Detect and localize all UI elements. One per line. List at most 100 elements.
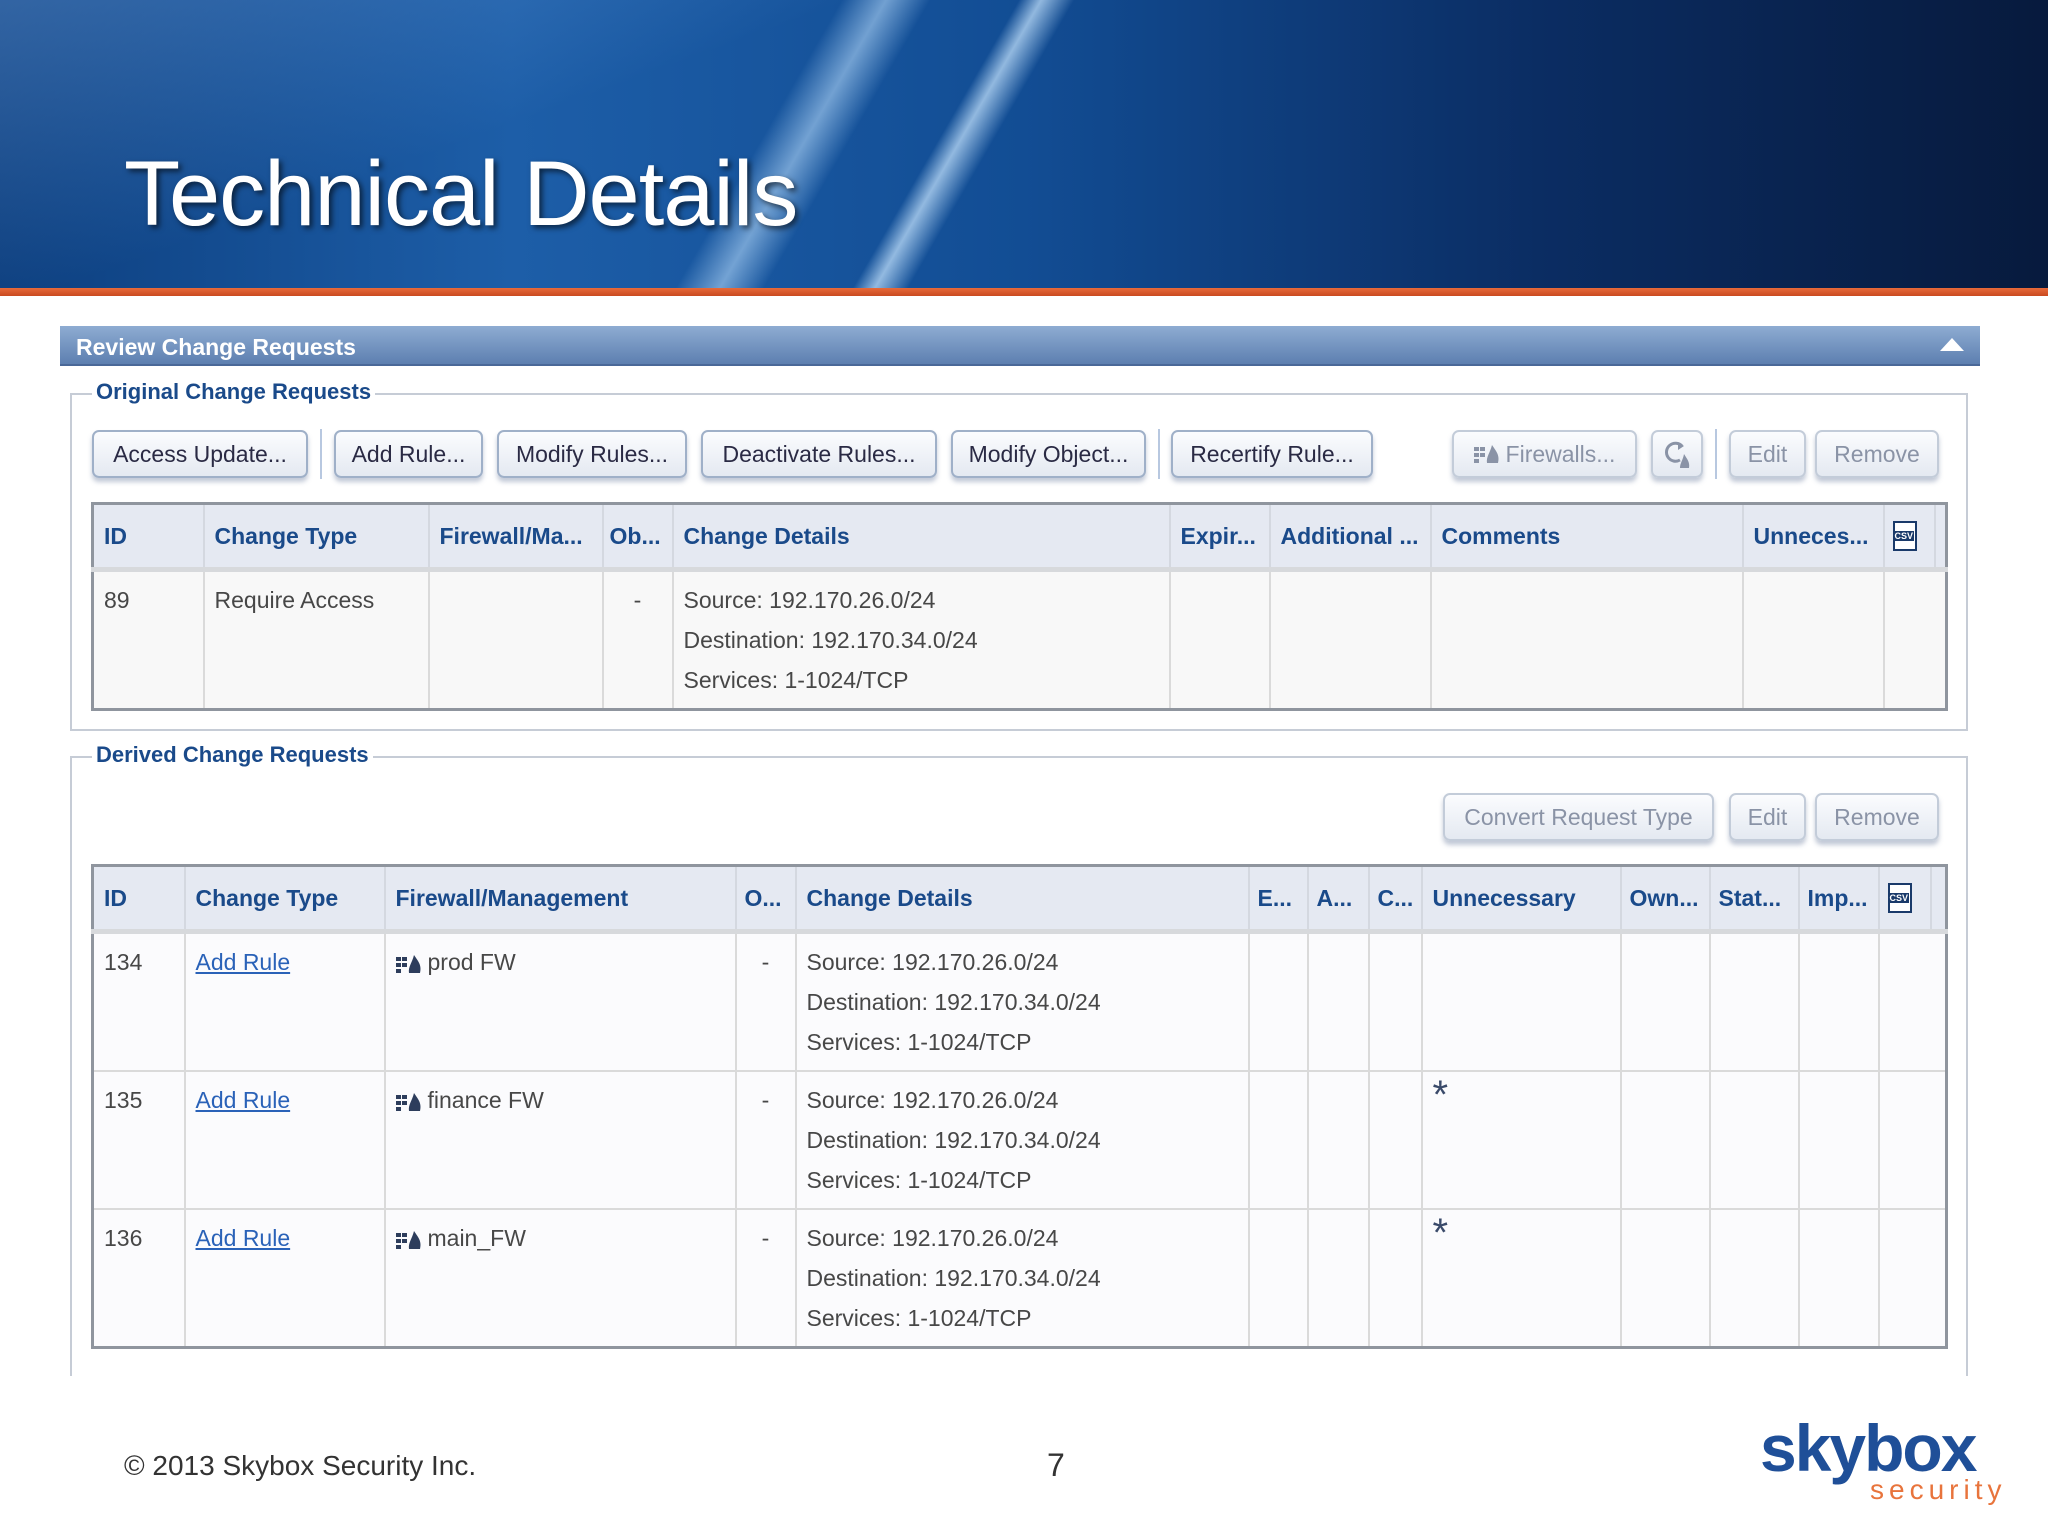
cell-change-type: Add Rule: [184, 1071, 386, 1210]
cell-id: 134: [92, 931, 186, 1072]
derived-remove-button[interactable]: Remove: [1815, 793, 1939, 841]
cell-change-details: Source: 192.170.26.0/24 Destination: 192…: [672, 569, 1171, 711]
cell-change-details: Source: 192.170.26.0/24 Destination: 192.…: [795, 1209, 1250, 1349]
column-header-additional[interactable]: Additional ...: [1269, 503, 1432, 572]
detail-services: Services: 1-1024/TCP: [683, 667, 909, 693]
cell-a: [1307, 931, 1370, 1072]
column-header-change-type[interactable]: Change Type: [184, 865, 386, 934]
cell-a: [1307, 1209, 1370, 1349]
column-header-a[interactable]: A...: [1307, 865, 1370, 934]
change-type-link[interactable]: Add Rule: [196, 1225, 291, 1251]
refresh-icon: [1664, 441, 1690, 468]
modify-rules-button[interactable]: Modify Rules...: [497, 430, 687, 478]
toolbar-separator: [320, 429, 322, 479]
export-csv-button[interactable]: [1883, 503, 1936, 572]
cell-firewall: [428, 569, 604, 711]
column-header-unnecessary[interactable]: Unneces...: [1742, 503, 1885, 572]
firewall-icon: [395, 1092, 421, 1111]
cell-object: -: [602, 569, 674, 711]
column-header-c[interactable]: C...: [1368, 865, 1423, 934]
cell-status: [1709, 1209, 1800, 1349]
firewall-icon: [1473, 445, 1499, 463]
cell-id: 89: [92, 569, 205, 711]
column-header-id[interactable]: ID: [92, 865, 186, 934]
cell-object: -: [735, 1209, 797, 1349]
column-header-owner[interactable]: Own...: [1620, 865, 1711, 934]
export-csv-button[interactable]: [1878, 865, 1932, 934]
column-header-expiration[interactable]: Expir...: [1169, 503, 1271, 572]
cell-e: [1248, 1209, 1309, 1349]
recertify-rule-button[interactable]: Recertify Rule...: [1171, 430, 1373, 478]
column-header-firewall[interactable]: Firewall/Management: [384, 865, 737, 934]
cell-impact: [1798, 1209, 1880, 1349]
cell-c: [1368, 1071, 1423, 1210]
skybox-logo: skybox security: [1760, 1410, 2001, 1510]
table-row[interactable]: 89 Require Access - Source: 192.170.26.0…: [92, 569, 1948, 711]
table-header-row: ID Change Type Firewall/Ma... Ob... Chan…: [92, 503, 1948, 572]
unnecessary-asterisk-icon: *: [1432, 1073, 1449, 1117]
table-header-row: ID Change Type Firewall/Management O... …: [92, 865, 1948, 934]
change-type-link[interactable]: Add Rule: [196, 949, 291, 975]
detail-services: Services: 1-1024/TCP: [806, 1167, 1032, 1193]
firewalls-button[interactable]: Firewalls...: [1452, 430, 1637, 478]
detail-source: Source: 192.170.26.0/24: [683, 587, 936, 613]
table-row[interactable]: 134 Add Rule prod FW - Source: 192.170.2…: [92, 931, 1948, 1072]
csv-icon: [1887, 883, 1912, 913]
deactivate-rules-button[interactable]: Deactivate Rules...: [701, 430, 937, 478]
add-rule-button[interactable]: Add Rule...: [334, 430, 483, 478]
column-header-object[interactable]: O...: [735, 865, 797, 934]
cell-c: [1368, 931, 1423, 1072]
table-row[interactable]: 135 Add Rule finance FW - Source: 192.17…: [92, 1071, 1948, 1210]
cell-owner: [1620, 1209, 1711, 1349]
cell-status: [1709, 1071, 1800, 1210]
column-header-impact[interactable]: Imp...: [1798, 865, 1880, 934]
cell-id: 136: [92, 1209, 186, 1349]
cell-status: [1709, 931, 1800, 1072]
cell-filler: [1878, 1071, 1948, 1210]
remove-button[interactable]: Remove: [1815, 430, 1939, 478]
cell-e: [1248, 1071, 1309, 1210]
firewall-icon: [395, 954, 421, 973]
column-header-object[interactable]: Ob...: [602, 503, 674, 572]
logo-subtitle: security: [1870, 1474, 2007, 1505]
page-number: 7: [1047, 1447, 1065, 1483]
column-header-change-details[interactable]: Change Details: [672, 503, 1171, 572]
collapse-arrow-icon[interactable]: [1940, 338, 1964, 351]
cell-expiration: [1169, 569, 1271, 711]
cell-comments: [1430, 569, 1744, 711]
cell-filler: [1883, 569, 1948, 711]
cell-change-type: Require Access: [203, 569, 430, 711]
original-requests-table: ID Change Type Firewall/Ma... Ob... Chan…: [91, 502, 1948, 711]
table-row[interactable]: 136 Add Rule main_FW - Source: 192.170.2…: [92, 1209, 1948, 1349]
cell-change-details: Source: 192.170.26.0/24 Destination: 192.…: [795, 931, 1250, 1072]
cell-unnecessary: *: [1421, 1071, 1622, 1210]
cell-firewall: prod FW: [384, 931, 737, 1072]
modify-object-button[interactable]: Modify Object...: [951, 430, 1146, 478]
cell-filler: [1878, 931, 1948, 1072]
toolbar-separator: [1715, 429, 1717, 479]
edit-button[interactable]: Edit: [1729, 430, 1806, 478]
detail-source: Source: 192.170.26.0/24: [806, 1087, 1059, 1113]
cell-change-type: Add Rule: [184, 931, 386, 1072]
firewall-name: prod FW: [427, 949, 516, 975]
derived-requests-table: ID Change Type Firewall/Management O... …: [91, 864, 1948, 1349]
access-update-button[interactable]: Access Update...: [92, 430, 308, 478]
column-header-comments[interactable]: Comments: [1430, 503, 1744, 572]
detail-services: Services: 1-1024/TCP: [806, 1305, 1032, 1331]
column-header-id[interactable]: ID: [92, 503, 205, 572]
convert-request-type-button[interactable]: Convert Request Type: [1443, 793, 1714, 841]
derived-edit-button[interactable]: Edit: [1729, 793, 1806, 841]
toolbar-separator: [1158, 429, 1160, 479]
column-header-firewall[interactable]: Firewall/Ma...: [428, 503, 604, 572]
cell-change-details: Source: 192.170.26.0/24 Destination: 192.…: [795, 1071, 1250, 1210]
detail-source: Source: 192.170.26.0/24: [806, 1225, 1059, 1251]
column-header-unnecessary[interactable]: Unnecessary: [1421, 865, 1622, 934]
review-panel-header: Review Change Requests: [60, 326, 1980, 366]
refresh-firewall-button[interactable]: [1651, 430, 1703, 478]
column-header-change-type[interactable]: Change Type: [203, 503, 430, 572]
column-header-status[interactable]: Stat...: [1709, 865, 1800, 934]
change-type-link[interactable]: Add Rule: [196, 1087, 291, 1113]
column-header-change-details[interactable]: Change Details: [795, 865, 1250, 934]
csv-icon: [1892, 521, 1917, 551]
column-header-e[interactable]: E...: [1248, 865, 1309, 934]
